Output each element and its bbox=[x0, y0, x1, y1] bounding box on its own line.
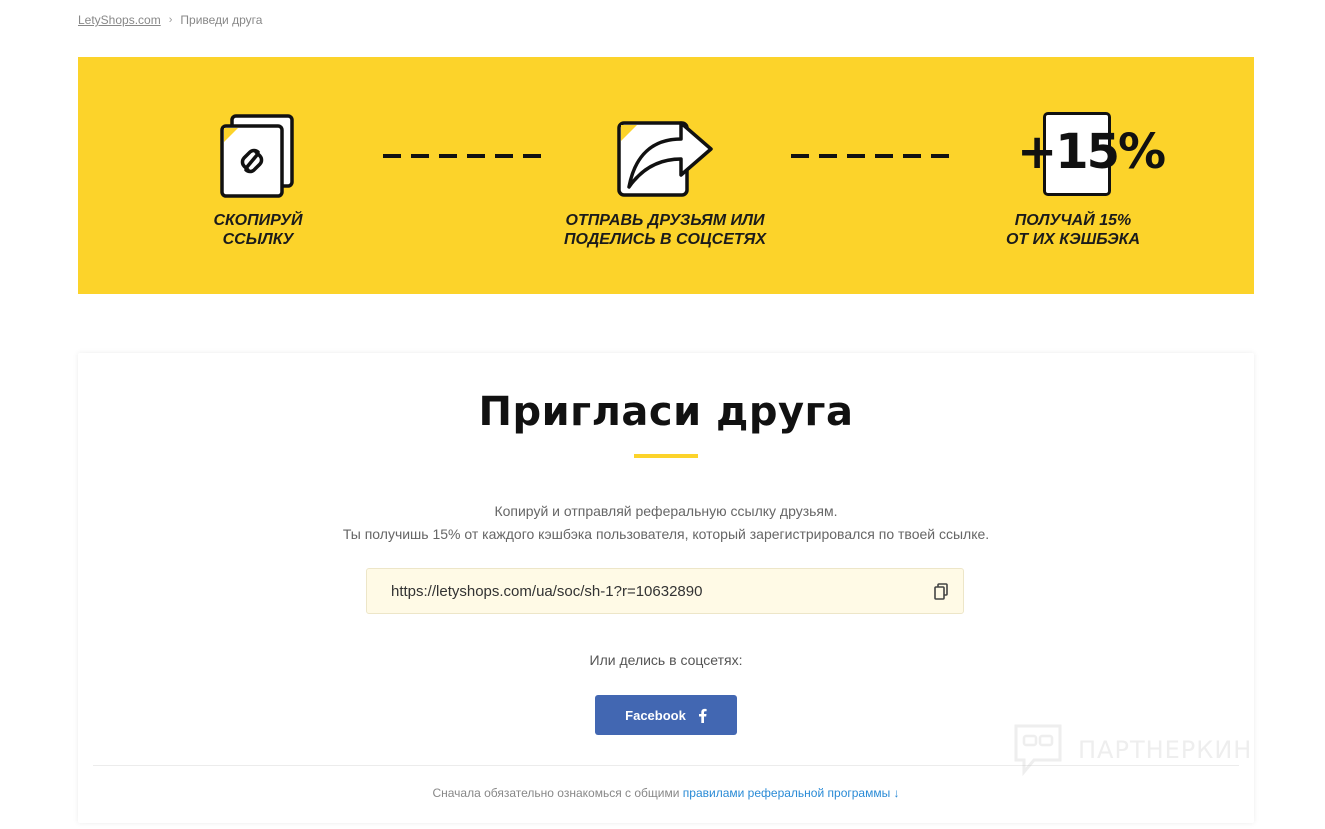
referral-link-input[interactable] bbox=[367, 568, 919, 614]
copy-icon bbox=[934, 582, 948, 600]
rules-link[interactable]: правилами реферальной программы ↓ bbox=[683, 786, 900, 800]
watermark-logo-icon bbox=[1014, 724, 1062, 777]
copy-link-button[interactable] bbox=[919, 569, 963, 613]
step-caption: ПОЛУЧАЙ 15% ОТ ИХ КЭШБЭКА bbox=[1005, 212, 1141, 248]
share-label: Или делись в соцсетях: bbox=[589, 652, 743, 668]
dashed-connector bbox=[791, 154, 951, 158]
breadcrumb-home-link[interactable]: LetyShops.com bbox=[78, 13, 161, 27]
breadcrumb-separator: › bbox=[168, 14, 173, 26]
plus-15-percent-text: +15% bbox=[1017, 124, 1166, 180]
link-copy-icon bbox=[128, 109, 388, 201]
rules-notice-text: Сначала обязательно ознакомься с общими bbox=[432, 786, 680, 800]
step-get-cashback: +15% ПОЛУЧАЙ 15% ОТ ИХ КЭШБЭКА bbox=[943, 109, 1203, 249]
breadcrumb-current: Приведи друга bbox=[180, 13, 263, 27]
step-share: ОТПРАВЬ ДРУЗЬЯМ ИЛИ ПОДЕЛИСЬ В СОЦСЕТЯХ bbox=[535, 109, 795, 249]
step-caption: СКОПИРУЙ ССЫЛКУ bbox=[213, 212, 303, 248]
page-title: Пригласи друга bbox=[478, 389, 854, 435]
watermark: ПАРТНЕРКИН bbox=[1012, 722, 1252, 778]
title-underline bbox=[634, 454, 698, 458]
facebook-button-label: Facebook bbox=[625, 707, 686, 723]
watermark-text: ПАРТНЕРКИН bbox=[1078, 736, 1253, 764]
description-line: Ты получишь 15% от каждого кэшбэка польз… bbox=[342, 526, 990, 542]
step-caption: ОТПРАВЬ ДРУЗЬЯМ ИЛИ ПОДЕЛИСЬ В СОЦСЕТЯХ bbox=[564, 212, 766, 248]
referral-link-box bbox=[366, 568, 964, 614]
description-line: Копируй и отправляй реферальную ссылку д… bbox=[494, 503, 838, 519]
breadcrumb: LetyShops.com › Приведи друга bbox=[78, 13, 262, 27]
step-copy-link: СКОПИРУЙ ССЫЛКУ bbox=[128, 109, 388, 249]
facebook-icon bbox=[698, 708, 707, 723]
plus-15-percent-icon: +15% bbox=[943, 109, 1203, 201]
share-arrow-icon bbox=[535, 109, 795, 201]
facebook-share-button[interactable]: Facebook bbox=[595, 695, 737, 735]
rules-notice: Сначала обязательно ознакомься с общими … bbox=[78, 786, 1254, 800]
dashed-connector bbox=[383, 154, 543, 158]
invite-description: Копируй и отправляй реферальную ссылку д… bbox=[78, 500, 1254, 546]
steps-banner: СКОПИРУЙ ССЫЛКУ ОТПРАВЬ ДРУЗЬЯМ ИЛИ ПОДЕ… bbox=[78, 57, 1254, 294]
